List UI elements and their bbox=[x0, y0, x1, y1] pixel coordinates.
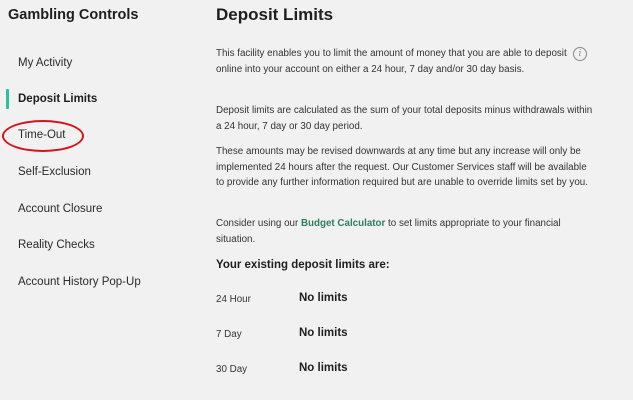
limits-heading: Your existing deposit limits are: bbox=[216, 259, 390, 271]
intro-paragraph: This facility enables you to limit the a… bbox=[216, 48, 567, 75]
budget-text-before: Consider using our bbox=[216, 218, 301, 229]
sidebar-item-reality-checks[interactable]: Reality Checks bbox=[18, 239, 95, 251]
sidebar-title: Gambling Controls bbox=[8, 7, 139, 23]
limit-period: 30 Day bbox=[216, 364, 248, 375]
page-title: Deposit Limits bbox=[216, 5, 334, 24]
sidebar-item-time-out[interactable]: Time-Out bbox=[18, 129, 66, 141]
limit-value: No limits bbox=[299, 292, 348, 304]
revision-paragraph: These amounts may be revised downwards a… bbox=[216, 146, 588, 188]
sidebar: Gambling Controls My Activity Deposit Li… bbox=[0, 0, 200, 400]
active-indicator bbox=[6, 89, 9, 109]
sidebar-item-my-activity[interactable]: My Activity bbox=[18, 57, 72, 69]
sidebar-item-deposit-limits[interactable]: Deposit Limits bbox=[18, 93, 97, 105]
calculation-paragraph: Deposit limits are calculated as the sum… bbox=[216, 105, 593, 132]
budget-calculator-link[interactable]: Budget Calculator bbox=[301, 218, 385, 229]
limit-row-7-day: 7 Day No limits bbox=[216, 327, 516, 347]
sidebar-item-self-exclusion[interactable]: Self-Exclusion bbox=[18, 166, 91, 178]
sidebar-item-account-closure[interactable]: Account Closure bbox=[18, 203, 102, 215]
limit-period: 7 Day bbox=[216, 329, 242, 340]
budget-paragraph: Consider using our Budget Calculator to … bbox=[216, 216, 594, 247]
limit-value: No limits bbox=[299, 362, 348, 374]
limit-period: 24 Hour bbox=[216, 294, 251, 305]
limit-value: No limits bbox=[299, 327, 348, 339]
sidebar-item-account-history-pop-up[interactable]: Account History Pop-Up bbox=[18, 276, 141, 288]
limit-row-30-day: 30 Day No limits bbox=[216, 362, 516, 382]
limit-row-24-hour: 24 Hour No limits bbox=[216, 292, 516, 312]
